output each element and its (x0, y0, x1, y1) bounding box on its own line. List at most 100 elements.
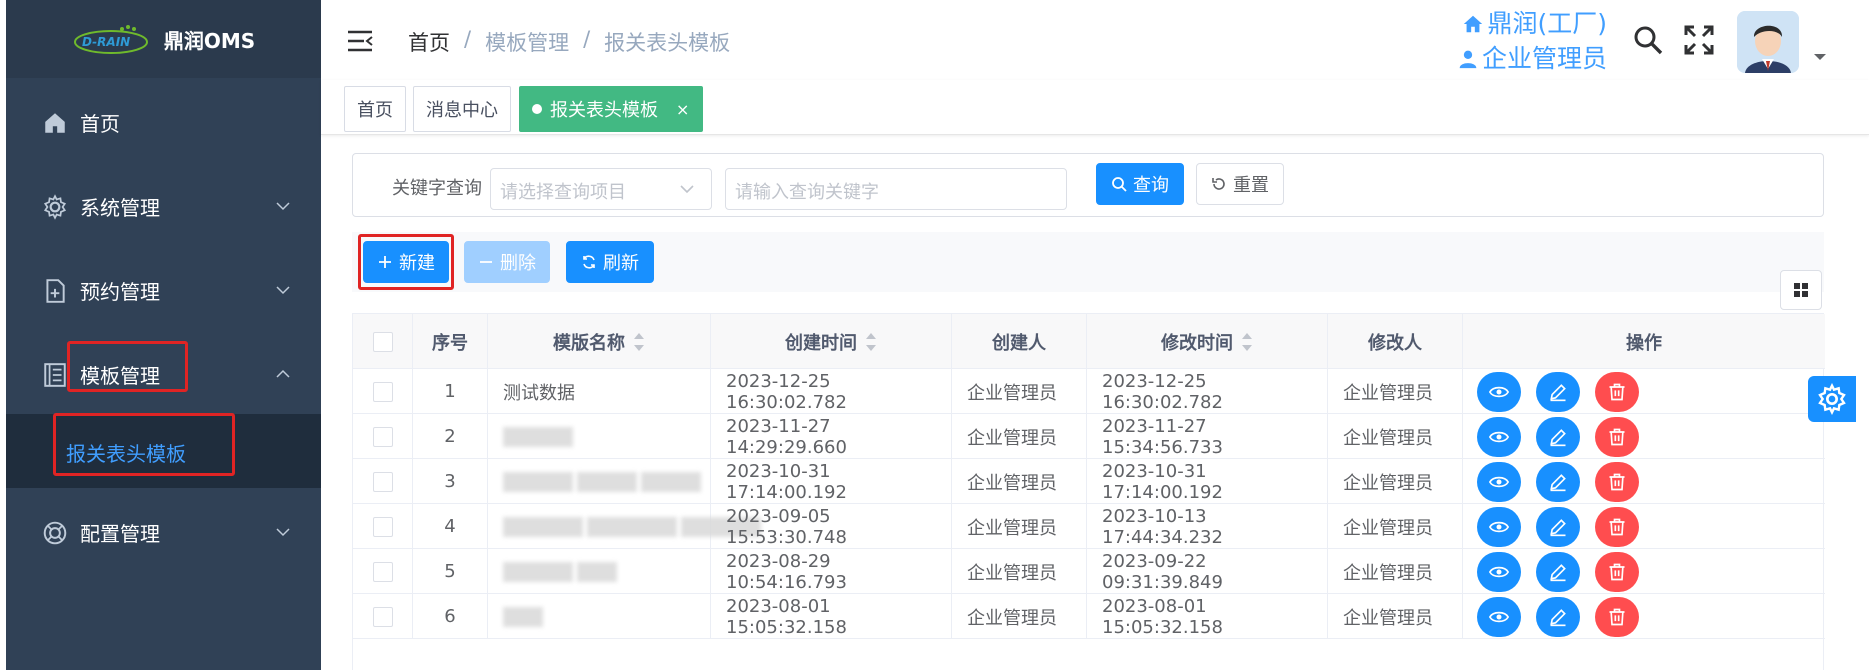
view-button[interactable] (1477, 552, 1521, 592)
row-checkbox[interactable] (372, 426, 393, 447)
delete-row-button[interactable] (1595, 372, 1639, 412)
sort-icon[interactable] (633, 332, 645, 351)
close-icon[interactable]: × (676, 100, 689, 119)
chevron-down-icon (276, 286, 290, 295)
edit-button[interactable] (1536, 507, 1580, 547)
td-name (488, 414, 711, 459)
column-toggle-button[interactable] (1780, 270, 1822, 310)
hamburger-icon[interactable] (346, 28, 374, 54)
refresh-button[interactable]: 刷新 (566, 241, 654, 283)
sidebar-item-config[interactable]: 配置管理 (6, 504, 321, 560)
keyword-input[interactable]: 请输入查询关键字 (725, 168, 1067, 210)
td-modified: 2023-12-25 16:30:02.782 (1087, 369, 1328, 414)
view-button[interactable] (1477, 507, 1521, 547)
row-checkbox[interactable] (372, 606, 393, 627)
td-index: 2 (413, 414, 488, 459)
breadcrumb-item[interactable]: 首页 (408, 27, 450, 57)
sidebar-item-system[interactable]: 系统管理 (6, 178, 321, 234)
td-select (353, 549, 413, 594)
row-checkbox[interactable] (372, 516, 393, 537)
gear-icon (43, 194, 67, 220)
sidebar-item-home[interactable]: 首页 (6, 94, 321, 150)
gear-icon (1818, 383, 1846, 415)
trash-icon (1609, 473, 1625, 491)
search-form: 关键字查询 请选择查询项目 请输入查询关键字 查询 重置 (352, 153, 1824, 217)
delete-row-button[interactable] (1595, 597, 1639, 637)
sidebar-item-reservation[interactable]: 预约管理 (6, 262, 321, 318)
th-created[interactable]: 创建时间 (711, 314, 952, 369)
highlight-box (358, 234, 454, 290)
th-name[interactable]: 模版名称 (488, 314, 711, 369)
td-index: 5 (413, 549, 488, 594)
row-checkbox[interactable] (372, 471, 393, 492)
td-index: 4 (413, 504, 488, 549)
view-button[interactable] (1477, 462, 1521, 502)
fullscreen-icon[interactable] (1683, 24, 1715, 56)
td-index: 3 (413, 459, 488, 504)
row-checkbox[interactable] (372, 381, 393, 402)
caret-down-icon[interactable] (1813, 52, 1827, 62)
pencil-icon (1550, 384, 1566, 402)
query-button[interactable]: 查询 (1096, 163, 1184, 205)
tag-home[interactable]: 首页 (344, 86, 406, 132)
edit-button[interactable] (1536, 372, 1580, 412)
tag-customs-header-template[interactable]: 报关表头模板 × (519, 86, 703, 132)
sort-icon[interactable] (1241, 332, 1253, 351)
td-actions (1463, 369, 1825, 414)
trash-icon (1609, 518, 1625, 536)
refresh-label: 刷新 (603, 253, 639, 274)
reset-button[interactable]: 重置 (1196, 163, 1284, 205)
home-icon (45, 113, 65, 133)
td-index: 1 (413, 369, 488, 414)
edit-button[interactable] (1536, 462, 1580, 502)
avatar[interactable] (1737, 11, 1799, 73)
company-name: 鼎润(工厂) (1487, 9, 1608, 38)
view-button[interactable] (1477, 597, 1521, 637)
row-checkbox[interactable] (372, 561, 393, 582)
td-modified: 2023-10-13 17:44:34.232 (1087, 504, 1328, 549)
view-button[interactable] (1477, 417, 1521, 457)
edit-button[interactable] (1536, 417, 1580, 457)
td-creator: 企业管理员 (952, 459, 1087, 504)
td-name: 测试数据 (488, 369, 711, 414)
edit-button[interactable] (1536, 552, 1580, 592)
search-icon[interactable] (1632, 24, 1664, 56)
minus-icon (480, 261, 492, 263)
td-created: 2023-10-31 17:14:00.192 (711, 459, 952, 504)
select-all-checkbox[interactable] (372, 331, 393, 352)
chevron-down-icon (276, 202, 290, 211)
edit-button[interactable] (1536, 597, 1580, 637)
view-button[interactable] (1477, 372, 1521, 412)
delete-row-button[interactable] (1595, 417, 1639, 457)
td-creator: 企业管理员 (952, 504, 1087, 549)
top-navbar: 首页 / 模板管理 / 报关表头模板 鼎润(工厂) 企业管理员 (321, 0, 1869, 80)
delete-row-button[interactable] (1595, 462, 1639, 502)
td-modifier: 企业管理员 (1328, 369, 1463, 414)
tag-message-center[interactable]: 消息中心 (413, 86, 511, 132)
td-actions (1463, 504, 1825, 549)
th-actions: 操作 (1626, 332, 1662, 354)
settings-float-button[interactable] (1808, 376, 1856, 422)
delete-row-button[interactable] (1595, 552, 1639, 592)
template-name: 测试数据 (503, 382, 575, 404)
tag-label: 消息中心 (426, 100, 498, 121)
tag-label: 报关表头模板 (550, 100, 658, 121)
query-field-select[interactable]: 请选择查询项目 (490, 168, 712, 210)
table-row: 2 2023-11-27 14:29:29.660 企业管理员 2023-11-27 … (353, 414, 1825, 459)
document-icon (44, 363, 66, 387)
th-modified[interactable]: 修改时间 (1087, 314, 1328, 369)
breadcrumb-item[interactable]: 模板管理 (485, 27, 569, 57)
query-label: 查询 (1133, 175, 1169, 196)
sidebar-item-label: 首页 (80, 111, 120, 136)
sort-icon[interactable] (865, 332, 877, 351)
eye-icon (1489, 476, 1509, 488)
keyword-label: 关键字查询 (392, 178, 482, 199)
user-role: 企业管理员 (1482, 44, 1608, 73)
app-name: 鼎润OMS (163, 28, 256, 53)
td-created: 2023-08-01 15:05:32.158 (711, 594, 952, 639)
td-select (353, 369, 413, 414)
redacted-name (503, 606, 543, 627)
brand-logo-text: D-RAIN (82, 35, 130, 49)
delete-row-button[interactable] (1595, 507, 1639, 547)
td-modifier: 企业管理员 (1328, 549, 1463, 594)
